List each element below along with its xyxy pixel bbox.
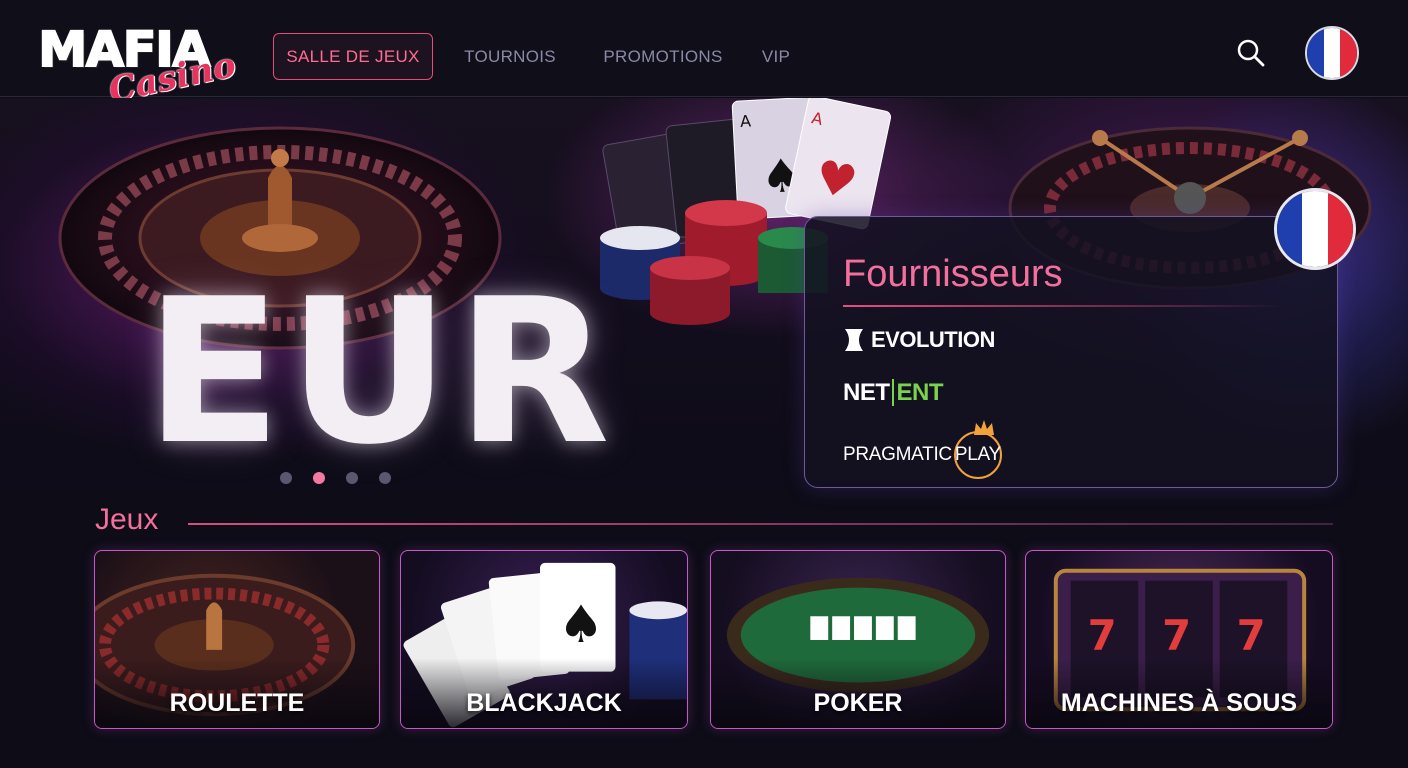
hero-currency-text: EUR xyxy=(145,256,617,489)
nav-tournois[interactable]: TOURNOIS xyxy=(464,33,556,80)
game-card-label: POKER xyxy=(813,689,903,717)
provider-pragmatic-play[interactable]: PRAGMATIC PLAY xyxy=(843,420,1002,479)
games-section-title: Jeux xyxy=(95,503,159,536)
mafia-casino-logo[interactable]: MAFIA Casino xyxy=(37,21,252,111)
carousel-dot-active[interactable] xyxy=(313,472,325,484)
providers-title: Fournisseurs xyxy=(843,253,1063,295)
carousel-dots xyxy=(280,472,391,484)
nav-promotions[interactable]: PROMOTIONS xyxy=(603,33,722,80)
language-flag-icon[interactable] xyxy=(1305,26,1359,80)
game-card-blackjack[interactable]: ♠ BLACKJACK xyxy=(400,550,688,729)
crown-icon xyxy=(973,420,994,435)
provider-pragmatic-label-a: PRAGMATIC xyxy=(843,444,952,465)
carousel-dot[interactable] xyxy=(346,472,358,484)
svg-text:7: 7 xyxy=(1088,611,1117,660)
game-card-label: MACHINES À SOUS xyxy=(1060,689,1298,717)
game-card-poker[interactable]: POKER xyxy=(710,550,1006,729)
provider-pragmatic-label-b: PLAY xyxy=(954,444,1001,465)
providers-panel: Fournisseurs EVOLUTION NET ENT PRAGMATIC … xyxy=(804,216,1338,488)
svg-text:7: 7 xyxy=(1162,611,1191,660)
game-card-label: BLACKJACK xyxy=(466,689,622,717)
game-card-label: ROULETTE xyxy=(169,689,305,717)
svg-text:7: 7 xyxy=(1237,611,1266,660)
provider-netent-label-b: ENT xyxy=(891,379,943,406)
provider-netent-label-a: NET xyxy=(843,379,890,406)
pragmatic-play-badge: PLAY xyxy=(953,420,1002,479)
evolution-icon xyxy=(845,329,863,351)
france-flag-badge-icon xyxy=(1274,188,1356,270)
provider-netent[interactable]: NET ENT xyxy=(843,379,943,407)
game-card-machines-a-sous[interactable]: 7 7 7 MACHINES À SOUS xyxy=(1025,550,1333,729)
provider-evolution[interactable]: EVOLUTION xyxy=(843,327,995,353)
carousel-dot[interactable] xyxy=(280,472,292,484)
game-card-roulette[interactable]: ROULETTE xyxy=(94,550,380,729)
provider-evolution-label: EVOLUTION xyxy=(871,327,995,352)
search-icon[interactable] xyxy=(1236,38,1266,68)
svg-text:♠: ♠ xyxy=(558,595,604,655)
carousel-dot[interactable] xyxy=(379,472,391,484)
svg-text:A: A xyxy=(740,111,752,131)
top-navigation-bar: MAFIA Casino SALLE DE JEUX TOURNOIS PROM… xyxy=(0,0,1408,111)
nav-vip[interactable]: VIP xyxy=(762,33,790,80)
providers-divider xyxy=(843,305,1283,307)
nav-salle-de-jeux[interactable]: SALLE DE JEUX xyxy=(273,33,433,80)
games-section-divider xyxy=(188,523,1333,525)
